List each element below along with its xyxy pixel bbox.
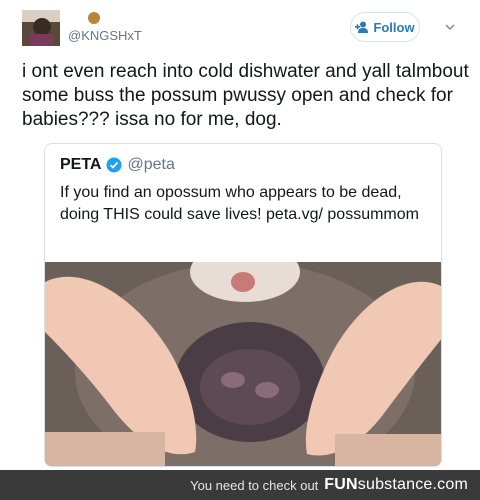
footer-prompt: You need to check out [190,477,319,493]
brand-logo[interactable]: FUNsubstance.com [324,476,468,494]
quoted-tweet[interactable]: PETA @peta If you find an opossum who ap… [44,143,442,467]
avatar[interactable] [22,10,60,46]
badge-icon [88,12,100,24]
user-handle[interactable]: @KNGSHxT [68,28,142,43]
chevron-down-icon[interactable] [444,20,456,32]
quoted-text: If you find an opossum who appears to be… [60,184,419,223]
brand-substance: substance.com [357,476,468,493]
follow-button[interactable]: Follow [350,12,420,42]
quoted-handle: @peta [127,156,175,173]
footer-banner[interactable]: You need to check out FUNsubstance.com [0,470,480,500]
tweet-text: i ont even reach into cold dishwater and… [22,61,469,130]
follow-label: Follow [373,19,415,35]
quoted-tweet-header: PETA @peta [60,156,175,174]
quoted-name: PETA [60,156,102,173]
brand-fun: FUN [324,476,358,493]
follow-icon [355,21,369,33]
user-meta: @KNGSHxT [68,12,142,45]
verified-icon [106,157,122,173]
tweet-header: @KNGSHxT Follow [22,10,466,50]
opossum-photo[interactable] [45,262,441,466]
